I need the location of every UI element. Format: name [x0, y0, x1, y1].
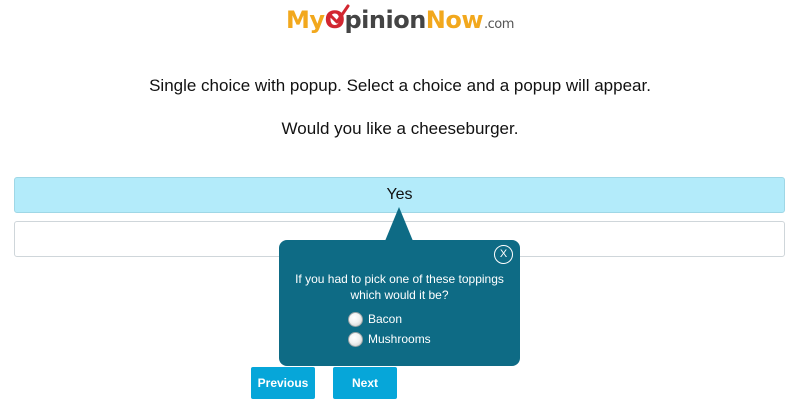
instruction-text: Single choice with popup. Select a choic… [149, 76, 651, 95]
logo-my: My [286, 6, 325, 34]
followup-popup: X If you had to pick one of these toppin… [279, 240, 520, 366]
close-icon[interactable]: X [494, 245, 513, 264]
option-label: Bacon [368, 312, 403, 326]
logo-o: O [325, 4, 350, 34]
checkmark-icon [329, 4, 350, 24]
popup-question: If you had to pick one of these toppings… [295, 272, 504, 302]
popup-pointer [385, 207, 413, 241]
logo-now: Now [425, 6, 484, 34]
next-button[interactable]: Next [333, 367, 397, 399]
choice-label: Yes [386, 186, 413, 203]
radio-button[interactable] [348, 331, 363, 347]
previous-button[interactable]: Previous [251, 367, 315, 399]
option-label: Mushrooms [368, 332, 431, 346]
radio-button[interactable] [348, 311, 363, 327]
site-logo: MyO pinionNow.com [0, 4, 800, 34]
logo-com: .com [484, 17, 514, 32]
logo-text: MyO pinionNow.com [286, 4, 514, 34]
option-bacon[interactable]: Bacon [348, 311, 402, 327]
question-text: Would you like a cheeseburger. [281, 119, 519, 138]
logo-pinion: pinion [344, 6, 426, 34]
option-mushrooms[interactable]: Mushrooms [348, 331, 431, 347]
